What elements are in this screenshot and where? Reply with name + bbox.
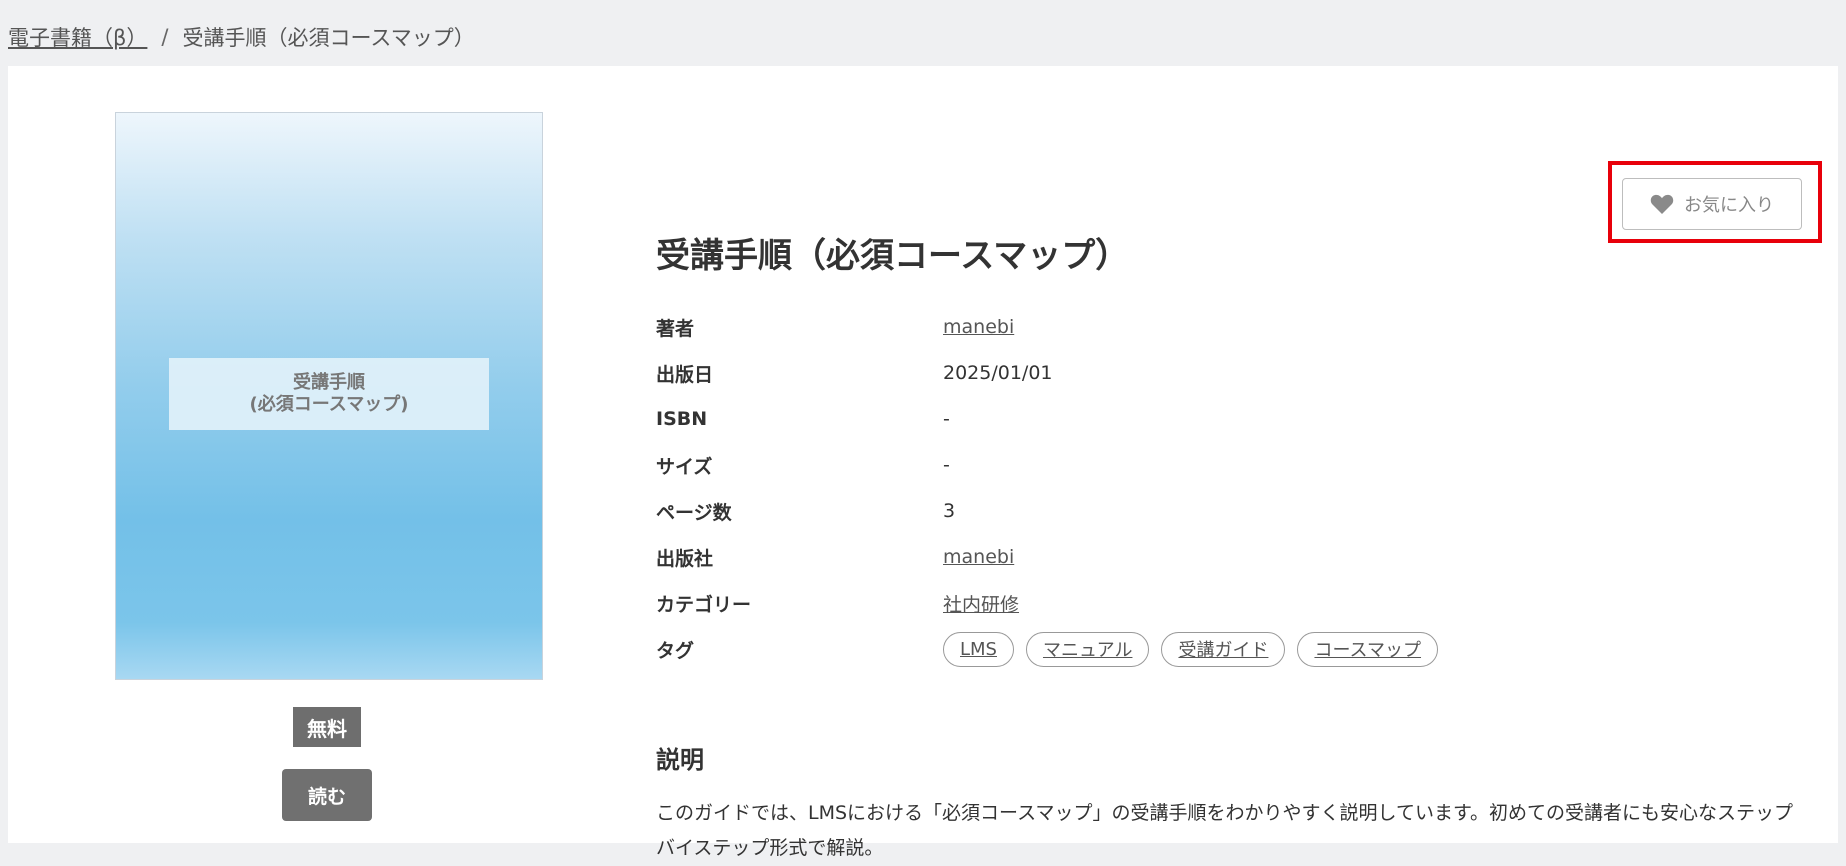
- heart-icon: [1650, 194, 1674, 214]
- favorite-button-label: お気に入り: [1684, 195, 1774, 215]
- pages-label: ページ数: [656, 501, 732, 524]
- tag-lms[interactable]: LMS: [943, 631, 1014, 667]
- book-title: 受講手順（必須コースマップ）: [656, 236, 1130, 276]
- breadcrumb: 電子書籍（β） / 受講手順（必須コースマップ）: [8, 22, 475, 52]
- breadcrumb-link-ebooks[interactable]: 電子書籍（β）: [8, 22, 147, 52]
- favorite-button[interactable]: お気に入り: [1622, 178, 1802, 230]
- tag-manual[interactable]: マニュアル: [1025, 631, 1150, 667]
- book-details: 著者 manebi 出版日 2025/01/01 ISBN - サイズ - ペー…: [656, 304, 1439, 672]
- category-link[interactable]: 社内研修: [943, 594, 1019, 616]
- detail-row-publisher: 出版社 manebi: [656, 534, 1438, 580]
- detail-row-size: サイズ -: [656, 442, 1438, 488]
- book-cover: 受講手順 (必須コースマップ): [115, 112, 543, 680]
- cover-title-line1: 受講手順: [293, 372, 365, 393]
- detail-row-tags: タグ LMS マニュアル 受講ガイド コースマップ: [656, 626, 1439, 672]
- tag-course-guide[interactable]: 受講ガイド: [1161, 631, 1286, 667]
- breadcrumb-separator: /: [161, 25, 169, 49]
- size-label: サイズ: [656, 455, 713, 478]
- read-button[interactable]: 読む: [282, 769, 372, 821]
- author-link[interactable]: manebi: [943, 316, 1014, 338]
- detail-row-isbn: ISBN -: [656, 396, 1438, 442]
- size-value: -: [943, 454, 950, 476]
- detail-row-pages: ページ数 3: [656, 488, 1438, 534]
- published-label: 出版日: [656, 363, 714, 386]
- detail-row-category: カテゴリー 社内研修: [656, 580, 1438, 626]
- publisher-label: 出版社: [656, 547, 714, 570]
- author-label: 著者: [656, 317, 695, 340]
- description-heading: 説明: [656, 746, 704, 774]
- isbn-label: ISBN: [656, 408, 708, 430]
- price-badge: 無料: [293, 707, 361, 747]
- tags-label: タグ: [656, 639, 695, 662]
- book-detail-card: 受講手順 (必須コースマップ) 無料 読む お気に入り 受講手順（必須コースマッ…: [8, 66, 1838, 859]
- category-label: カテゴリー: [656, 593, 752, 616]
- cover-title-label: 受講手順 (必須コースマップ): [169, 358, 489, 430]
- detail-row-published: 出版日 2025/01/01: [656, 350, 1438, 396]
- published-value: 2025/01/01: [943, 362, 1053, 384]
- publisher-link[interactable]: manebi: [943, 546, 1014, 568]
- description-text: このガイドでは、LMSにおける「必須コースマップ」の受講手順をわかりやすく説明し…: [656, 802, 1794, 859]
- cover-title-line2: (必須コースマップ): [249, 394, 409, 415]
- breadcrumb-current: 受講手順（必須コースマップ）: [182, 26, 475, 50]
- isbn-value: -: [943, 408, 950, 430]
- pages-value: 3: [943, 500, 956, 522]
- tag-list: LMS マニュアル 受講ガイド コースマップ: [943, 631, 1439, 667]
- tag-course-map[interactable]: コースマップ: [1297, 631, 1439, 667]
- detail-row-author: 著者 manebi: [656, 304, 1438, 350]
